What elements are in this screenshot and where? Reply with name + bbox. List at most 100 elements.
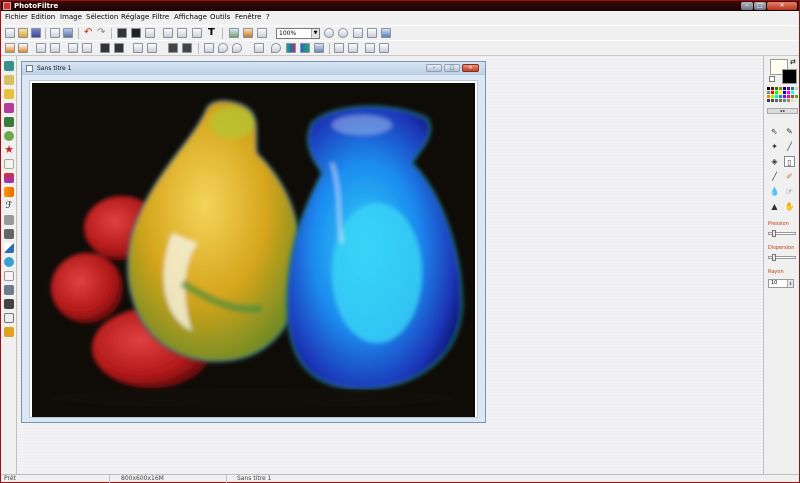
palette-swatch[interactable] xyxy=(779,99,782,102)
zoom-in-icon[interactable] xyxy=(324,28,334,38)
print-preview-icon[interactable] xyxy=(4,313,14,323)
palette-swatch[interactable] xyxy=(795,87,798,90)
smudge-icon[interactable]: ☞ xyxy=(784,186,795,197)
plugin-icon[interactable] xyxy=(243,28,253,38)
palette-swatch[interactable] xyxy=(779,95,782,98)
note-icon[interactable] xyxy=(4,159,14,169)
menu-selection[interactable]: Sélection xyxy=(86,13,118,21)
menu-help[interactable]: ? xyxy=(266,13,270,21)
frame-icon[interactable] xyxy=(4,103,14,113)
gradient-icon[interactable] xyxy=(4,131,14,141)
palette-swatch[interactable] xyxy=(791,99,794,102)
dispersion-slider[interactable] xyxy=(768,254,796,261)
menu-reglage[interactable]: Réglage xyxy=(121,13,149,21)
sepia-icon[interactable] xyxy=(182,43,192,53)
palette-swatch[interactable] xyxy=(767,95,770,98)
reset-colors-icon[interactable] xyxy=(769,76,775,82)
text-icon[interactable]: T xyxy=(208,28,218,38)
clipart-icon[interactable] xyxy=(4,89,14,99)
soften-icon[interactable] xyxy=(218,43,228,53)
blur-drop-icon[interactable]: 💧 xyxy=(769,186,780,197)
wand-icon[interactable]: ✦ xyxy=(769,141,780,152)
effect-icon[interactable] xyxy=(4,173,14,183)
hand-icon[interactable]: ✋ xyxy=(784,201,795,212)
histogram-icon[interactable] xyxy=(314,43,324,53)
redo-icon[interactable]: ↷ xyxy=(97,28,107,38)
fullscreen-icon[interactable] xyxy=(381,28,391,38)
palette-swatch[interactable] xyxy=(783,91,786,94)
actual-size-icon[interactable] xyxy=(353,28,363,38)
foreground-color-swatch[interactable] xyxy=(782,69,797,84)
pattern-icon[interactable] xyxy=(4,117,14,127)
doc-minimize-button[interactable]: – xyxy=(426,64,442,72)
drop-icon[interactable] xyxy=(271,43,281,53)
palette-swatch[interactable] xyxy=(787,91,790,94)
puzzle-icon[interactable] xyxy=(4,215,14,225)
flip-vertical-icon[interactable] xyxy=(348,43,358,53)
mask-icon[interactable] xyxy=(4,75,14,85)
maximize-button[interactable]: □ xyxy=(754,2,766,10)
palette-scroll[interactable]: ◂ ▸ xyxy=(767,108,798,114)
zoom-out-icon[interactable] xyxy=(338,28,348,38)
undo-icon[interactable]: ↶ xyxy=(84,28,94,38)
paste-new-icon[interactable] xyxy=(145,28,155,38)
crop-icon[interactable] xyxy=(192,28,202,38)
menu-fenetre[interactable]: Fenêtre xyxy=(235,13,261,21)
rotate-left-icon[interactable] xyxy=(365,43,375,53)
palette-swatch[interactable] xyxy=(767,91,770,94)
dispersion-thumb[interactable] xyxy=(772,254,776,261)
palette-swatch[interactable] xyxy=(775,95,778,98)
auto-contrast-icon[interactable] xyxy=(18,43,28,53)
palette-swatch[interactable] xyxy=(791,95,794,98)
menu-fichier[interactable]: Fichier xyxy=(5,13,28,21)
palette-swatch[interactable] xyxy=(771,99,774,102)
palette-swatch[interactable] xyxy=(791,91,794,94)
menu-image[interactable]: Image xyxy=(60,13,82,21)
canvas-size-icon[interactable] xyxy=(177,28,187,38)
fill-icon[interactable]: ◈ xyxy=(769,156,780,167)
rotate-right-icon[interactable] xyxy=(379,43,389,53)
palette-swatch[interactable] xyxy=(779,87,782,90)
flip-icon[interactable] xyxy=(254,43,264,53)
rayon-input[interactable]: 10 ⇕ xyxy=(768,279,794,288)
mountain-icon[interactable] xyxy=(4,243,14,253)
module-icon[interactable] xyxy=(4,271,14,281)
contrast-plus-icon[interactable] xyxy=(68,43,78,53)
line-icon[interactable]: ╱ xyxy=(784,141,795,152)
palette-swatch[interactable] xyxy=(771,87,774,90)
document-window[interactable]: Sans titre 1 – □ ✕ xyxy=(21,61,486,423)
new-icon[interactable] xyxy=(5,28,15,38)
palette-swatch[interactable] xyxy=(771,95,774,98)
palette-swatch[interactable] xyxy=(787,95,790,98)
color-palette[interactable] xyxy=(767,87,798,105)
saturation-plus-icon[interactable] xyxy=(100,43,110,53)
palette-swatch[interactable] xyxy=(787,99,790,102)
export-icon[interactable] xyxy=(4,299,14,309)
fit-window-icon[interactable] xyxy=(367,28,377,38)
pipette-icon[interactable]: ✎ xyxy=(784,126,795,137)
advanced-brush-icon[interactable]: ✐ xyxy=(784,171,795,182)
auto-levels-icon[interactable] xyxy=(5,43,15,53)
darken-icon[interactable] xyxy=(50,43,60,53)
star-icon[interactable]: ★ xyxy=(4,144,14,155)
palette-swatch[interactable] xyxy=(787,87,790,90)
rgb-icon[interactable] xyxy=(300,43,310,53)
open-icon[interactable] xyxy=(18,28,28,38)
palette-swatch[interactable] xyxy=(783,95,786,98)
globe-icon[interactable] xyxy=(4,257,14,267)
palette-swatch[interactable] xyxy=(767,99,770,102)
script-icon[interactable]: ℱ xyxy=(4,201,14,211)
pression-slider[interactable] xyxy=(768,230,796,237)
pression-thumb[interactable] xyxy=(772,230,776,237)
palette-swatch[interactable] xyxy=(783,87,786,90)
zoom-select[interactable]: 100% ▼ xyxy=(276,28,320,39)
palette-swatch[interactable] xyxy=(783,99,786,102)
grid-icon[interactable] xyxy=(4,229,14,239)
menu-edition[interactable]: Edition xyxy=(31,13,55,21)
print-icon[interactable] xyxy=(50,28,60,38)
palette-swatch[interactable] xyxy=(775,87,778,90)
minimize-button[interactable]: – xyxy=(741,2,753,10)
menu-affichage[interactable]: Affichage xyxy=(174,13,207,21)
chevron-down-icon[interactable]: ▼ xyxy=(311,29,319,38)
paste-icon[interactable] xyxy=(131,28,141,38)
